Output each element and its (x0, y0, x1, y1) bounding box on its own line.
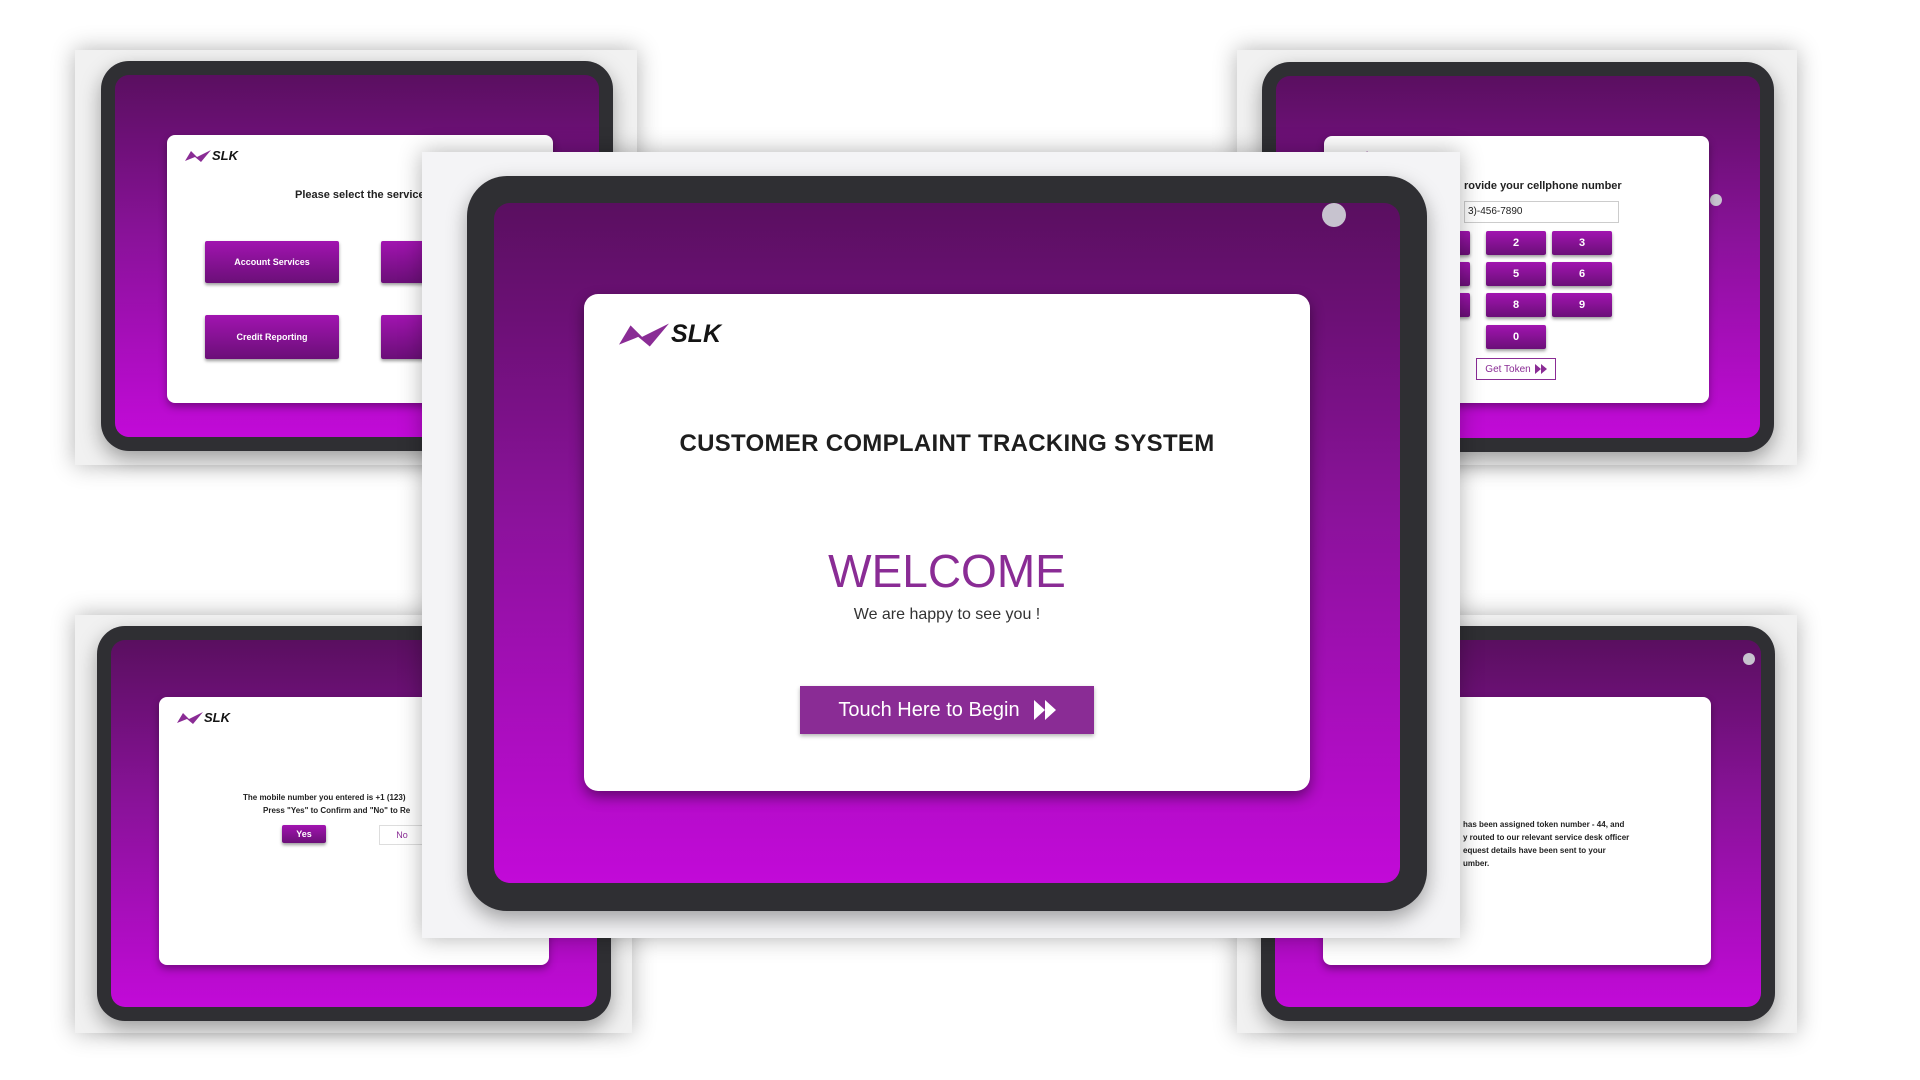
keypad-key-2[interactable]: 2 (1486, 231, 1546, 255)
welcome-subtitle: We are happy to see you ! (853, 606, 1041, 623)
account-services-button[interactable]: Account Services (205, 241, 339, 283)
phone-prompt: rovide your cellphone number (1464, 180, 1622, 192)
confirm-line-1: The mobile number you entered is +1 (123… (243, 793, 406, 802)
welcome-card: SLK CUSTOMER COMPLAINT TRACKING SYSTEM W… (584, 294, 1310, 791)
tablet-bezel: SLK CUSTOMER COMPLAINT TRACKING SYSTEM W… (467, 176, 1427, 911)
token-line-3: equest details have been sent to your (1463, 846, 1606, 855)
get-token-button[interactable]: Get Token (1476, 358, 1556, 380)
token-line-1: has been assigned token number - 44, and (1463, 820, 1625, 829)
camera-icon (1743, 653, 1755, 665)
confirm-line-2: Press "Yes" to Confirm and "No" to Re (263, 806, 411, 815)
no-button[interactable]: No (379, 825, 425, 845)
phone-input[interactable]: 3)-456-7890 (1464, 201, 1619, 223)
logo-text: SLK (204, 710, 230, 725)
camera-icon (1710, 194, 1722, 206)
tablet-screen: SLK CUSTOMER COMPLAINT TRACKING SYSTEM W… (494, 203, 1400, 883)
token-line-4: umber. (1463, 859, 1490, 868)
keypad-key-5[interactable]: 5 (1486, 262, 1546, 286)
keypad-key-9[interactable]: 9 (1552, 293, 1612, 317)
keypad-key-3[interactable]: 3 (1552, 231, 1612, 255)
slk-logo: SLK (619, 320, 721, 349)
slk-logo-icon (619, 322, 669, 347)
keypad-key-6[interactable]: 6 (1552, 262, 1612, 286)
logo-text: SLK (671, 320, 721, 348)
touch-to-begin-label: Touch Here to Begin (838, 698, 1020, 721)
logo-text: SLK (212, 148, 238, 163)
camera-icon (1322, 203, 1346, 227)
slk-logo: SLK (185, 148, 238, 163)
keypad-key-8[interactable]: 8 (1486, 293, 1546, 317)
get-token-label: Get Token (1485, 363, 1531, 375)
welcome-heading: WELCOME (828, 545, 1066, 597)
fast-forward-icon (1033, 700, 1056, 720)
page-title: CUSTOMER COMPLAINT TRACKING SYSTEM (679, 430, 1215, 457)
welcome-screen-frame: SLK CUSTOMER COMPLAINT TRACKING SYSTEM W… (422, 152, 1460, 938)
fast-forward-icon (1534, 364, 1547, 374)
token-line-2: y routed to our relevant service desk of… (1463, 833, 1630, 842)
keypad-key-0[interactable]: 0 (1486, 325, 1546, 349)
slk-logo-icon (185, 149, 211, 162)
credit-reporting-button[interactable]: Credit Reporting (205, 315, 339, 359)
slk-logo-icon (177, 711, 203, 724)
slk-logo: SLK (177, 710, 230, 725)
touch-to-begin-button[interactable]: Touch Here to Begin (800, 686, 1094, 734)
service-prompt: Please select the service! (295, 189, 429, 201)
yes-button[interactable]: Yes (282, 825, 326, 843)
